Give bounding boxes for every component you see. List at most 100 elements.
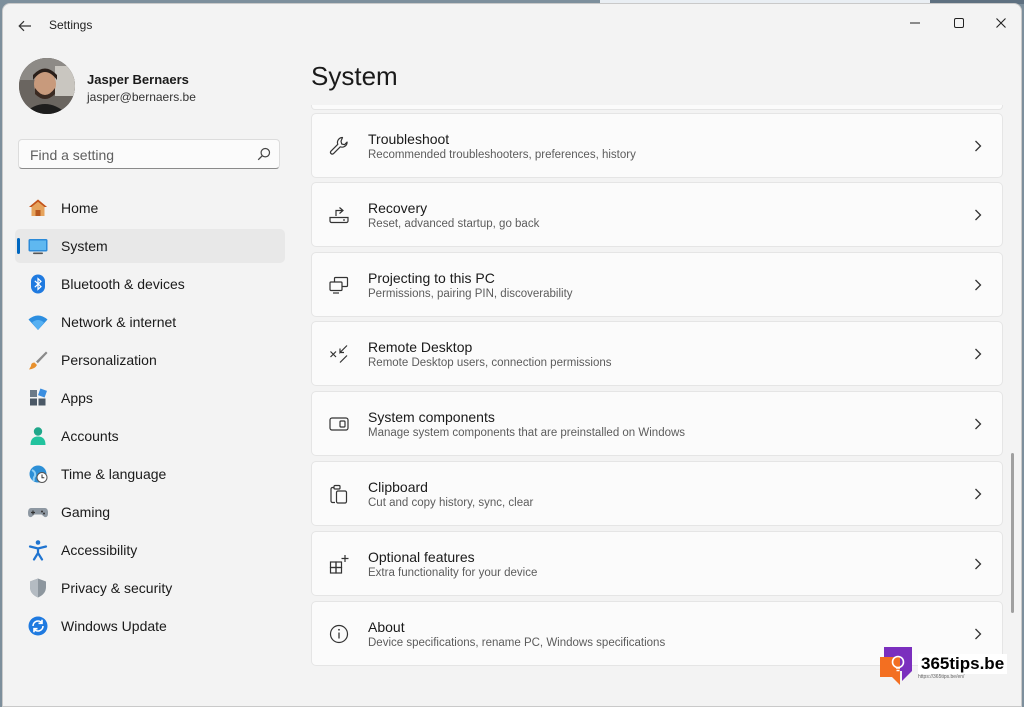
apps-icon — [27, 387, 49, 409]
nav-item-home[interactable]: Home — [15, 191, 285, 225]
brush-icon — [27, 349, 49, 371]
setting-card-system-components[interactable]: System components Manage system componen… — [311, 391, 1003, 456]
person-icon — [27, 425, 49, 447]
card-title: About — [368, 619, 405, 635]
card-title: Projecting to this PC — [368, 270, 495, 286]
home-icon — [27, 197, 49, 219]
nav-label-accessibility: Accessibility — [61, 542, 138, 558]
globe-clock-icon — [27, 463, 49, 485]
system-icon — [27, 235, 49, 257]
chevron-right-icon — [975, 209, 982, 221]
nav-label-time-language: Time & language — [61, 466, 167, 482]
nav-item-apps[interactable]: Apps — [15, 381, 285, 415]
nav-item-privacy-security[interactable]: Privacy & security — [15, 571, 285, 605]
card-subtitle: Extra functionality for your device — [368, 567, 538, 579]
wrench-icon — [329, 136, 348, 155]
nav-label-home: Home — [61, 200, 99, 216]
previous-card-edge — [311, 105, 1003, 110]
chevron-right-icon — [975, 488, 982, 500]
clipboard-icon — [330, 484, 348, 504]
minimize-button[interactable] — [895, 10, 935, 36]
chevron-right-icon — [975, 279, 982, 291]
brand-name: 365tips.be — [918, 654, 1008, 674]
nav-menu: Home System Bluetooth & devices Network … — [15, 191, 285, 647]
setting-card-clipboard[interactable]: Clipboard Cut and copy history, sync, cl… — [311, 461, 1003, 526]
remote-desktop-icon — [330, 345, 348, 363]
bluetooth-icon — [27, 273, 49, 295]
card-title: System components — [368, 409, 495, 425]
search-icon[interactable] — [257, 147, 271, 161]
nav-item-personalization[interactable]: Personalization — [15, 343, 285, 377]
card-subtitle: Manage system components that are preins… — [368, 427, 686, 439]
chevron-right-icon — [975, 628, 982, 640]
search-box — [18, 139, 280, 169]
chevron-right-icon — [975, 140, 982, 152]
user-profile[interactable]: Jasper Bernaers jasper@bernaers.be — [17, 58, 287, 118]
close-button[interactable] — [981, 10, 1021, 36]
nav-item-system[interactable]: System — [15, 229, 285, 263]
card-subtitle: Cut and copy history, sync, clear — [368, 497, 534, 509]
nav-item-time-language[interactable]: Time & language — [15, 457, 285, 491]
main-content: System Troubleshoot Recommended troubles… — [299, 48, 1021, 706]
projecting-icon — [329, 276, 349, 294]
optional-features-icon — [329, 555, 349, 574]
nav-item-bluetooth[interactable]: Bluetooth & devices — [15, 267, 285, 301]
chevron-right-icon — [975, 418, 982, 430]
nav-item-accounts[interactable]: Accounts — [15, 419, 285, 453]
nav-label-windows-update: Windows Update — [61, 618, 167, 634]
card-title: Recovery — [368, 200, 428, 216]
scrollbar-thumb[interactable] — [1011, 453, 1014, 613]
nav-item-windows-update[interactable]: Windows Update — [15, 609, 285, 643]
card-subtitle: Permissions, pairing PIN, discoverabilit… — [368, 288, 573, 300]
title-bar: Settings — [3, 4, 1021, 48]
nav-label-network: Network & internet — [61, 314, 177, 330]
nav-item-gaming[interactable]: Gaming — [15, 495, 285, 529]
maximize-button[interactable] — [939, 10, 979, 36]
app-title: Settings — [49, 18, 93, 32]
close-icon — [996, 18, 1006, 28]
avatar — [19, 58, 75, 114]
nav-label-apps: Apps — [61, 390, 93, 406]
chevron-right-icon — [975, 558, 982, 570]
setting-card-recovery[interactable]: Recovery Reset, advanced startup, go bac… — [311, 182, 1003, 247]
card-title: Troubleshoot — [368, 131, 450, 147]
sidebar: Jasper Bernaers jasper@bernaers.be Home … — [3, 48, 299, 706]
watermark: 365tips.be https://365tips.be/en/ — [878, 643, 1020, 691]
card-title: Remote Desktop — [368, 339, 473, 355]
nav-label-bluetooth: Bluetooth & devices — [61, 276, 185, 292]
gamepad-icon — [27, 501, 49, 523]
shield-icon — [27, 577, 49, 599]
nav-label-personalization: Personalization — [61, 352, 157, 368]
user-email: jasper@bernaers.be — [87, 90, 196, 104]
card-subtitle: Device specifications, rename PC, Window… — [368, 637, 666, 649]
nav-label-system: System — [61, 238, 108, 254]
settings-window: Settings Jasper Bernaers jasper@bernaers… — [2, 3, 1022, 707]
setting-card-optional-features[interactable]: Optional features Extra functionality fo… — [311, 531, 1003, 596]
nav-label-gaming: Gaming — [61, 504, 111, 520]
back-button[interactable] — [11, 14, 39, 38]
brand-logo — [880, 647, 912, 685]
setting-card-projecting[interactable]: Projecting to this PC Permissions, pairi… — [311, 252, 1003, 317]
wifi-icon — [27, 311, 49, 333]
card-title: Optional features — [368, 549, 475, 565]
minimize-icon — [910, 22, 920, 24]
back-arrow-icon — [18, 20, 31, 32]
components-icon — [329, 417, 349, 431]
settings-list: Troubleshoot Recommended troubleshooters… — [311, 105, 1005, 705]
nav-label-accounts: Accounts — [61, 428, 119, 444]
nav-item-accessibility[interactable]: Accessibility — [15, 533, 285, 567]
card-title: Clipboard — [368, 479, 428, 495]
brand-url: https://365tips.be/en/ — [918, 674, 965, 680]
setting-card-remote-desktop[interactable]: Remote Desktop Remote Desktop users, con… — [311, 321, 1003, 386]
search-input[interactable] — [28, 145, 252, 165]
update-icon — [27, 615, 49, 637]
card-subtitle: Remote Desktop users, connection permiss… — [368, 357, 612, 369]
maximize-icon — [954, 18, 964, 28]
card-subtitle: Reset, advanced startup, go back — [368, 218, 540, 230]
chevron-right-icon — [975, 348, 982, 360]
card-subtitle: Recommended troubleshooters, preferences… — [368, 149, 636, 161]
setting-card-troubleshoot[interactable]: Troubleshoot Recommended troubleshooters… — [311, 113, 1003, 178]
nav-label-privacy-security: Privacy & security — [61, 580, 173, 596]
accessibility-icon — [27, 539, 49, 561]
nav-item-network[interactable]: Network & internet — [15, 305, 285, 339]
